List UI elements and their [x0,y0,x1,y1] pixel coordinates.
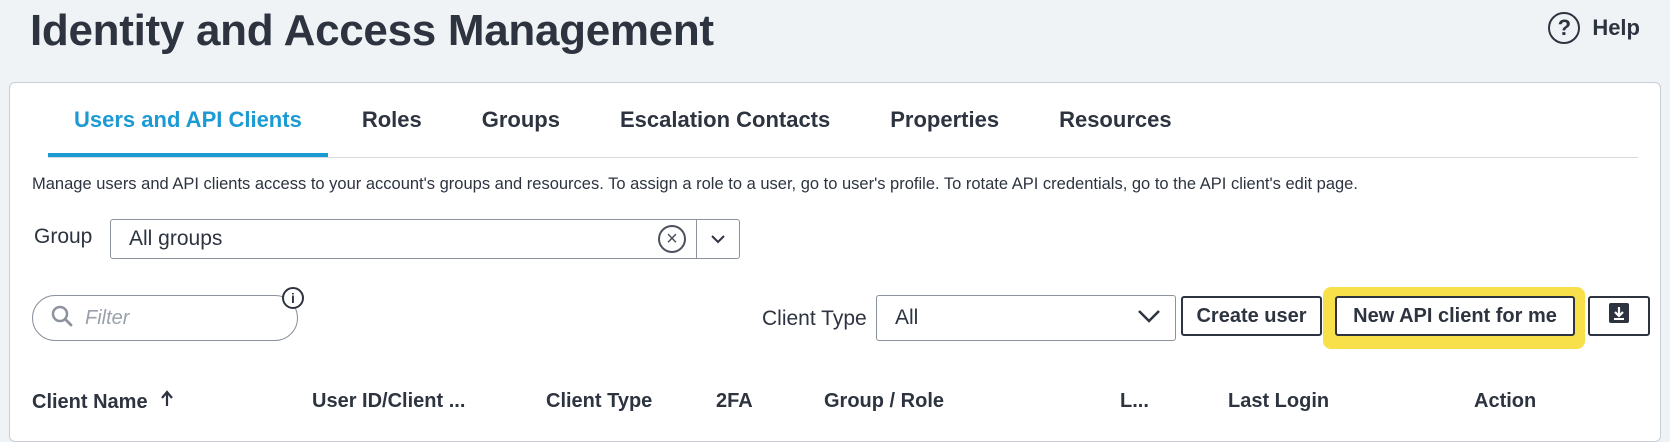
filter-input[interactable] [83,305,267,331]
client-type-label: Client Type [762,307,867,330]
tab-users-and-api-clients[interactable]: Users and API Clients [48,83,328,157]
column-header-l[interactable]: L... [1120,390,1149,413]
download-icon [1608,302,1630,330]
group-select-value: All groups [129,227,223,250]
column-header-action: Action [1474,390,1537,412]
column-header-last-login[interactable]: Last Login [1228,390,1329,413]
page-description: Manage users and API clients access to y… [32,175,1358,193]
create-user-button[interactable]: Create user [1181,296,1322,336]
clear-icon[interactable]: × [658,225,686,253]
tab-groups[interactable]: Groups [456,83,586,157]
filter-box[interactable] [32,295,298,341]
sort-ascending-icon [160,390,174,414]
client-type-select[interactable]: All [876,295,1176,341]
column-header-client-type[interactable]: Client Type [546,390,652,413]
tab-resources[interactable]: Resources [1033,83,1198,157]
column-header-client-name[interactable]: Client Name [32,390,174,414]
help-link[interactable]: ? Help [1548,12,1640,44]
tab-escalation-contacts[interactable]: Escalation Contacts [594,83,856,157]
group-label: Group [34,225,93,248]
main-panel: Users and API Clients Roles Groups Escal… [9,82,1661,442]
tab-bar: Users and API Clients Roles Groups Escal… [48,83,1638,158]
search-icon [51,305,73,332]
info-icon[interactable]: i [282,287,304,309]
column-header-2fa[interactable]: 2FA [716,390,753,413]
help-circle-icon: ? [1548,12,1581,44]
chevron-down-icon [1137,309,1161,328]
column-header-label: Client Name [32,390,148,413]
client-type-value: All [895,306,919,329]
page-title: Identity and Access Management [30,6,714,55]
new-api-client-button[interactable]: New API client for me [1335,296,1575,336]
column-header-group-role[interactable]: Group / Role [824,390,944,413]
group-select[interactable]: All groups × [110,219,740,259]
chevron-down-icon[interactable] [696,220,739,258]
column-header-user-id[interactable]: User ID/Client ... [312,390,465,413]
download-button[interactable] [1588,296,1650,336]
tab-properties[interactable]: Properties [864,83,1025,157]
tab-roles[interactable]: Roles [336,83,448,157]
help-label: Help [1592,15,1640,40]
